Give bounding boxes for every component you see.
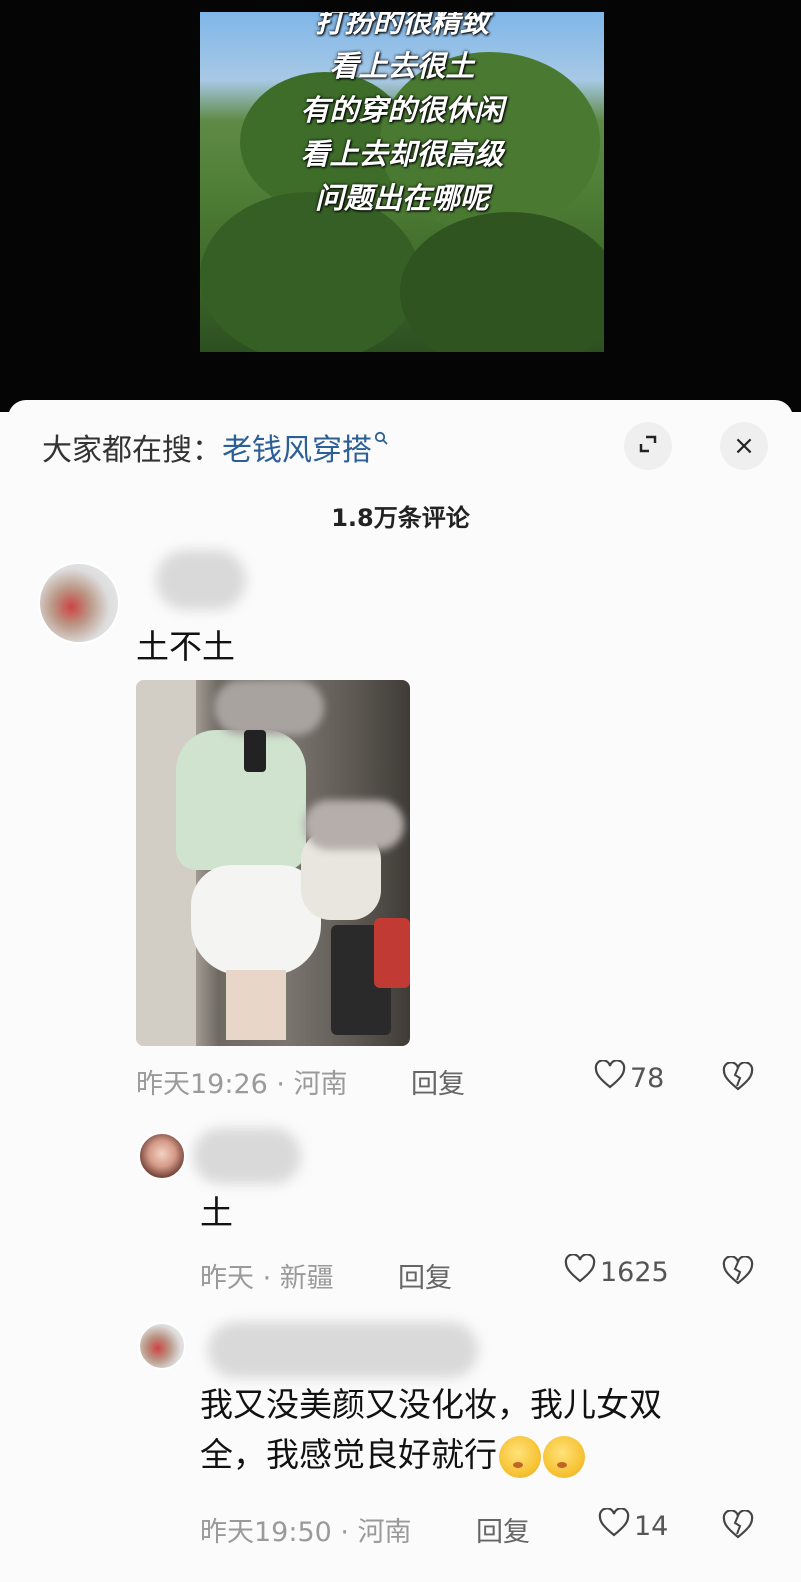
comment-time: 昨天19:26	[136, 1069, 268, 1100]
meta-separator: ·	[267, 1069, 294, 1100]
heart-icon	[564, 1253, 600, 1291]
comment-meta: 昨天19:26 · 河南	[136, 1062, 348, 1101]
photo-legs	[226, 970, 286, 1040]
comment-time: 昨天	[200, 1263, 254, 1294]
search-icon	[374, 429, 388, 450]
comments-sheet: 大家都在搜： 老钱风穿搭 × 1.8万条评论 土不土 昨天19:26 · 河南 …	[8, 400, 793, 1582]
comment-text: 我又没美颜又没化妆，我儿女双 全，我感觉良好就行	[200, 1380, 760, 1480]
video-caption-line: 看上去却很高级	[300, 137, 504, 171]
comment-meta: 昨天 · 新疆	[200, 1256, 334, 1295]
like-count: 78	[630, 1063, 665, 1094]
like-button[interactable]: 14	[598, 1507, 669, 1545]
dislike-button[interactable]	[722, 1061, 754, 1096]
trending-search-bar[interactable]: 大家都在搜： 老钱风穿搭	[42, 422, 388, 472]
reply-button[interactable]: 回复	[411, 1062, 465, 1101]
photo-blurred-face	[214, 680, 324, 735]
comment-location: 新疆	[279, 1263, 334, 1294]
broken-heart-icon	[722, 1061, 754, 1096]
like-count: 1625	[600, 1257, 669, 1288]
like-button[interactable]: 1625	[564, 1253, 669, 1291]
comment-location: 河南	[357, 1517, 412, 1548]
username-blurred	[193, 1128, 301, 1184]
dislike-button[interactable]	[722, 1255, 754, 1290]
video-frame[interactable]: 打扮的很精致 看上去很土 有的穿的很休闲 看上去却很高级 问题出在哪呢	[200, 12, 604, 352]
trending-search-label: 大家都在搜：	[42, 433, 222, 468]
comment-text: 土	[200, 1193, 233, 1232]
username-blurred	[156, 550, 246, 610]
heart-icon	[598, 1507, 634, 1545]
video-caption-line: 问题出在哪呢	[314, 181, 489, 215]
broken-heart-icon	[722, 1509, 754, 1544]
meta-separator: ·	[254, 1263, 280, 1294]
expand-icon	[637, 433, 659, 459]
blushing-face-emoji-icon	[499, 1435, 541, 1478]
comment-text-line: 我又没美颜又没化妆，我儿女双	[200, 1385, 662, 1424]
avatar[interactable]	[138, 1132, 186, 1180]
close-button[interactable]: ×	[720, 422, 768, 470]
reply-button[interactable]: 回复	[398, 1256, 452, 1295]
meta-separator: ·	[331, 1517, 358, 1548]
avatar[interactable]	[138, 1322, 186, 1370]
photo-bag	[374, 918, 410, 988]
expand-button[interactable]	[624, 422, 672, 470]
reply-button[interactable]: 回复	[476, 1510, 530, 1549]
close-icon: ×	[733, 431, 755, 461]
comment-meta: 昨天19:50 · 河南	[200, 1510, 412, 1549]
comment-count: 1.8万条评论	[331, 504, 470, 532]
comment-text-segment: 全，我感觉良好就行	[200, 1435, 497, 1474]
video-caption-line: 打扮的很精致	[314, 12, 489, 39]
blushing-face-emoji-icon	[543, 1435, 585, 1478]
like-button[interactable]: 78	[594, 1059, 665, 1097]
dislike-button[interactable]	[722, 1509, 754, 1544]
comment-image[interactable]	[136, 680, 410, 1046]
comment-text: 土不土	[136, 627, 235, 666]
video-player[interactable]: 打扮的很精致 看上去很土 有的穿的很休闲 看上去却很高级 问题出在哪呢	[0, 0, 801, 412]
like-count: 14	[634, 1511, 669, 1542]
username-blurred	[208, 1322, 478, 1378]
video-caption-line: 有的穿的很休闲	[300, 93, 504, 127]
video-foliage	[400, 212, 604, 352]
video-caption-line: 看上去很土	[329, 49, 475, 83]
photo-person-top	[176, 730, 306, 870]
photo-blurred-face	[304, 800, 404, 850]
avatar[interactable]	[38, 562, 120, 644]
trending-search-term[interactable]: 老钱风穿搭	[222, 425, 372, 469]
comment-time: 昨天19:50	[200, 1517, 332, 1548]
photo-phone	[244, 730, 266, 772]
broken-heart-icon	[722, 1255, 754, 1290]
comment-text-line: 全，我感觉良好就行	[200, 1430, 760, 1480]
heart-icon	[594, 1059, 630, 1097]
comment-location: 河南	[293, 1069, 348, 1100]
